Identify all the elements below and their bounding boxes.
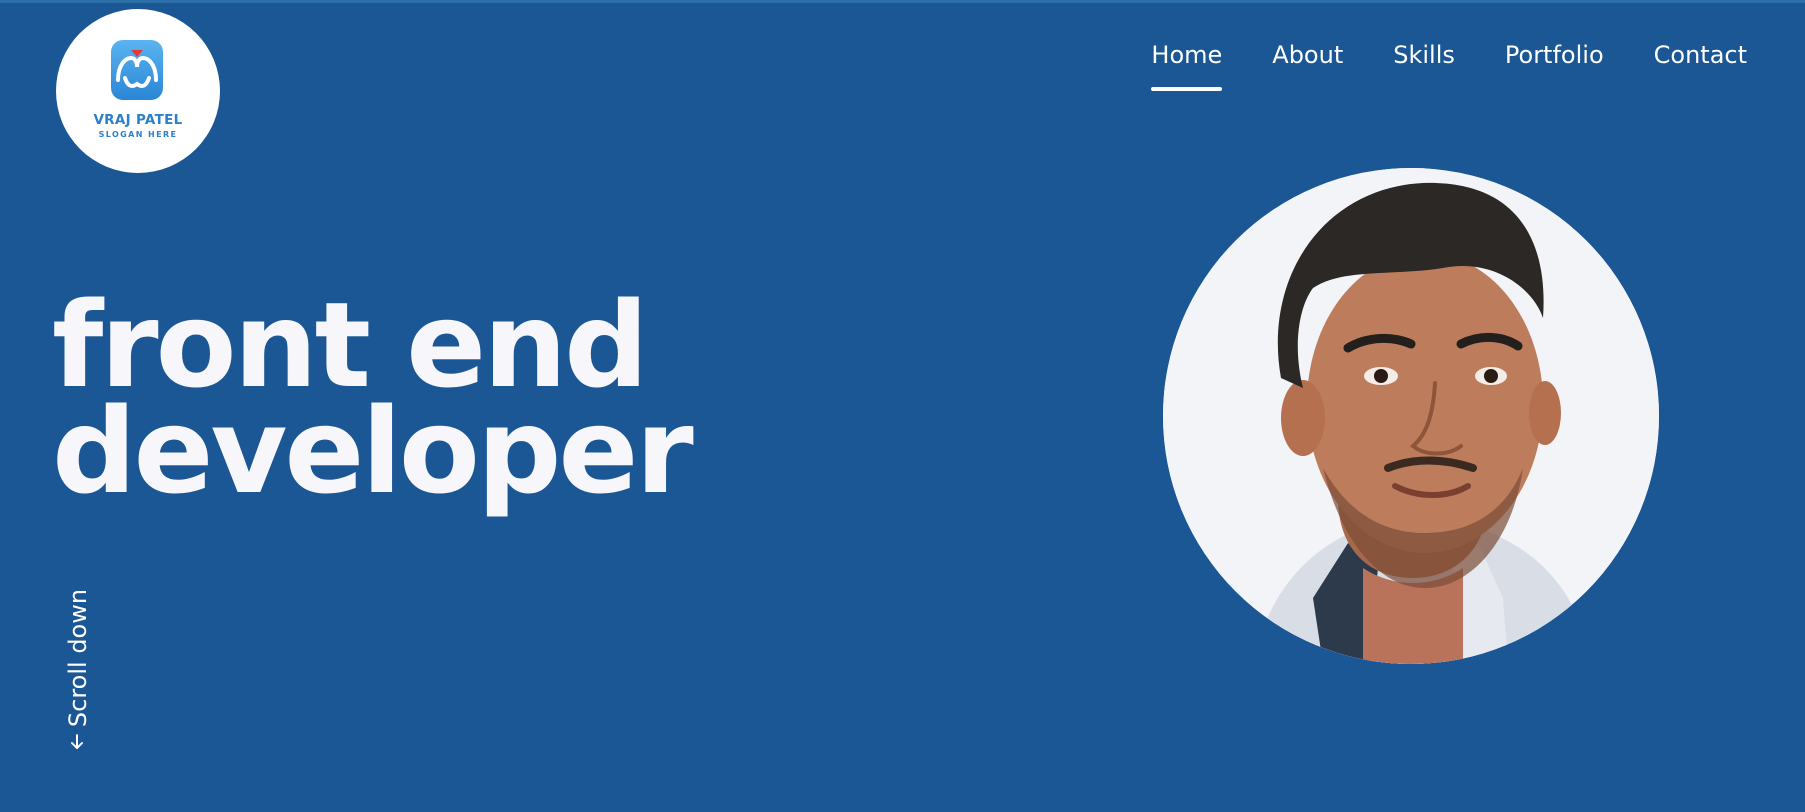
logo-mark-icon bbox=[111, 40, 163, 100]
hero-headline-line2: developer bbox=[52, 382, 694, 520]
logo-name: VRAJ PATEL bbox=[93, 112, 183, 128]
nav-contact[interactable]: Contact bbox=[1654, 35, 1747, 75]
nav-home[interactable]: Home bbox=[1151, 35, 1222, 91]
arrow-down-icon bbox=[66, 733, 90, 751]
profile-photo bbox=[1163, 168, 1659, 664]
top-strip bbox=[0, 0, 1805, 3]
nav-skills[interactable]: Skills bbox=[1393, 35, 1455, 75]
logo-slogan: SLOGAN HERE bbox=[98, 130, 178, 139]
nav-portfolio[interactable]: Portfolio bbox=[1505, 35, 1604, 75]
scroll-down-link[interactable]: Scroll down bbox=[64, 580, 92, 760]
nav-about[interactable]: About bbox=[1272, 35, 1343, 75]
scroll-down-label: Scroll down bbox=[64, 588, 92, 728]
hero-headline: front end developer bbox=[52, 286, 694, 520]
main-nav: Home About Skills Portfolio Contact bbox=[1151, 35, 1747, 91]
logo[interactable]: VRAJ PATEL SLOGAN HERE bbox=[56, 9, 220, 173]
